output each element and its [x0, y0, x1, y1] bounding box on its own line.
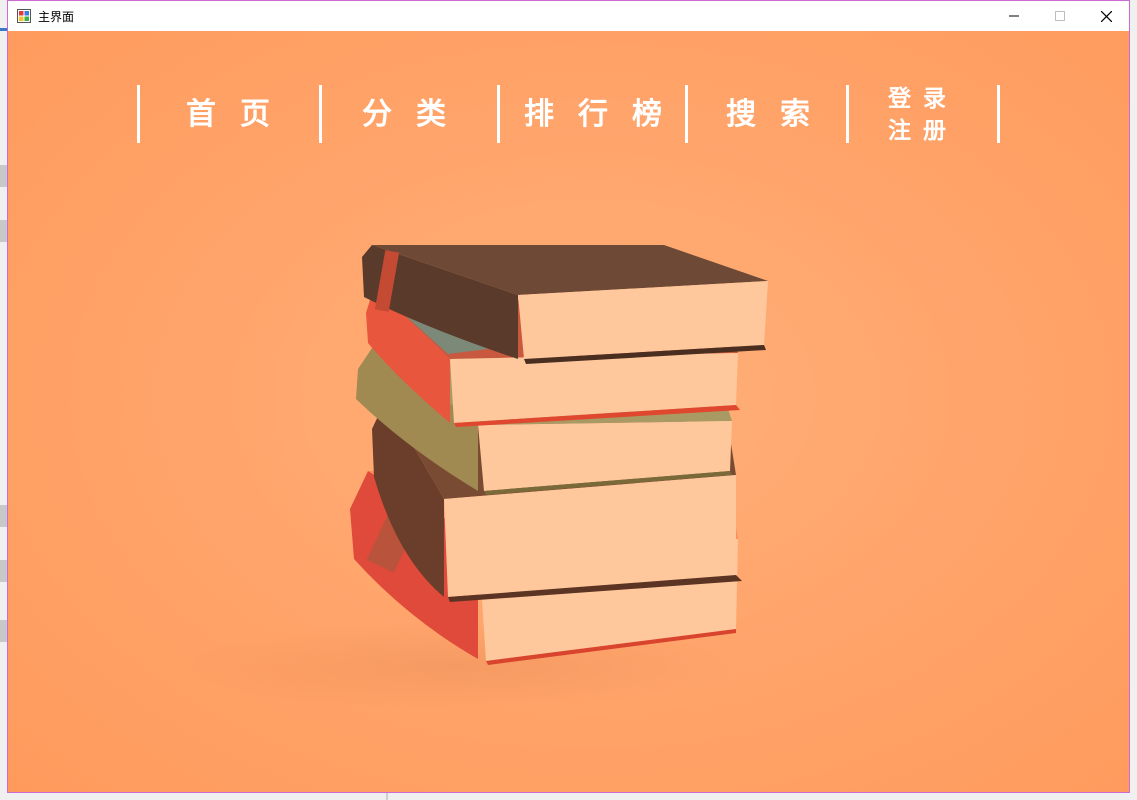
- nav-category-button[interactable]: 分类: [362, 95, 470, 135]
- nav-home-button[interactable]: 首页: [186, 95, 294, 135]
- title-bar[interactable]: 主界面: [8, 1, 1129, 31]
- nav-login-register-button[interactable]: 登录 注册: [888, 83, 958, 147]
- minimize-button[interactable]: [991, 1, 1037, 31]
- background-app-edge-right: [1129, 0, 1137, 800]
- nav-divider: [319, 85, 322, 143]
- window-title: 主界面: [38, 10, 75, 24]
- background-separator: [386, 792, 388, 800]
- minimize-icon: [1009, 15, 1019, 17]
- nav-divider: [137, 85, 140, 143]
- nav-ranking-button[interactable]: 排行榜: [524, 95, 686, 135]
- stack-of-books-illustration: [350, 245, 768, 665]
- maximize-icon: [1055, 11, 1065, 21]
- close-button[interactable]: [1083, 1, 1129, 31]
- main-window: 主界面 首页 分类 排行榜 搜索 登录 注册: [7, 0, 1130, 793]
- nav-login-label: 登录: [888, 86, 958, 112]
- background-app-bottom: [0, 792, 1137, 800]
- nav-divider: [846, 85, 849, 143]
- nav-divider: [997, 85, 1000, 143]
- nav-register-label: 注册: [888, 118, 958, 144]
- main-content: 首页 分类 排行榜 搜索 登录 注册: [8, 31, 1129, 792]
- close-icon: [1100, 10, 1112, 22]
- nav-search-button[interactable]: 搜索: [726, 95, 834, 135]
- app-icon: [17, 9, 31, 23]
- nav-divider: [497, 85, 500, 143]
- maximize-button[interactable]: [1037, 1, 1083, 31]
